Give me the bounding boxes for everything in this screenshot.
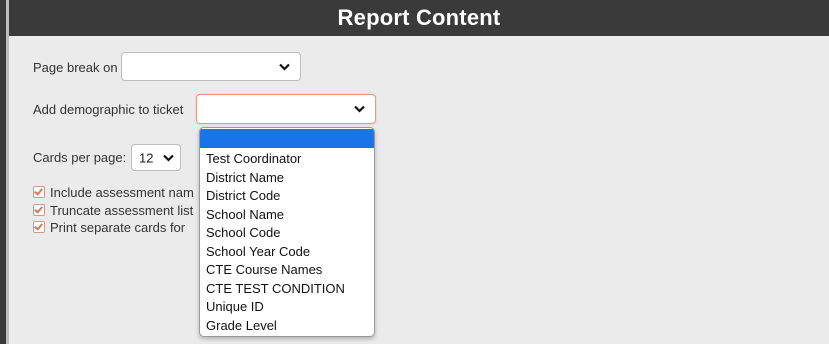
- checkbox-checked-icon[interactable]: [33, 186, 45, 198]
- left-border-inner: [6, 0, 9, 344]
- dropdown-option[interactable]: Test Coordinator: [200, 150, 374, 169]
- dropdown-option[interactable]: School Name: [200, 206, 374, 225]
- chevron-down-icon: [279, 63, 290, 71]
- dropdown-option[interactable]: CTE TEST CONDITION: [200, 280, 374, 299]
- cards-per-page-select[interactable]: 12: [131, 144, 181, 171]
- chevron-down-icon: [163, 154, 174, 162]
- dropdown-option[interactable]: School Year Code: [200, 243, 374, 262]
- dropdown-option-highlighted[interactable]: [200, 129, 374, 148]
- checkbox-print-separate[interactable]: Print separate cards for: [33, 221, 199, 237]
- demographic-select[interactable]: [196, 94, 376, 124]
- section-header: Report Content: [9, 0, 829, 36]
- dropdown-option[interactable]: School Code: [200, 224, 374, 243]
- cards-per-page-label: Cards per page:: [33, 150, 127, 165]
- chevron-down-icon: [354, 105, 365, 113]
- checkbox-checked-icon[interactable]: [33, 221, 45, 233]
- checkbox-include-assessment[interactable]: Include assessment nam: [33, 186, 199, 202]
- dropdown-option[interactable]: CTE Course Names: [200, 261, 374, 280]
- dropdown-option[interactable]: Unique ID: [200, 298, 374, 317]
- checkbox-label: Include assessment nam: [50, 186, 194, 200]
- dropdown-option[interactable]: District Name: [200, 169, 374, 188]
- page-break-label: Page break on: [33, 60, 118, 75]
- checkbox-truncate-assessment[interactable]: Truncate assessment list: [33, 204, 199, 220]
- checkbox-label: Truncate assessment list: [50, 204, 194, 218]
- dropdown-option[interactable]: District Code: [200, 187, 374, 206]
- page-break-select[interactable]: [121, 52, 301, 81]
- demographic-dropdown-list[interactable]: Test Coordinator District Name District …: [199, 127, 375, 337]
- checkbox-label: Print separate cards for: [50, 221, 186, 235]
- demographic-label: Add demographic to ticket: [33, 102, 184, 117]
- cards-per-page-value: 12: [139, 150, 154, 165]
- dropdown-option[interactable]: Grade Level: [200, 317, 374, 336]
- checkbox-checked-icon[interactable]: [33, 204, 45, 216]
